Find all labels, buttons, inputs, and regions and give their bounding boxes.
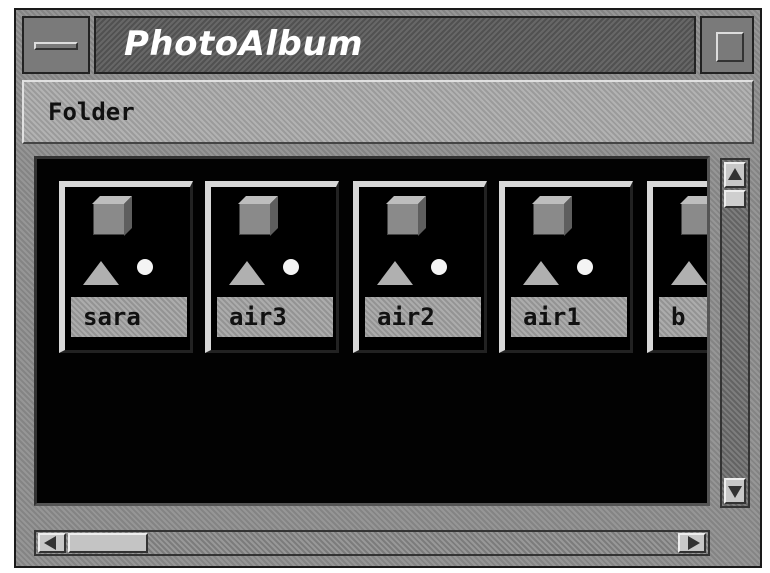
album-item-frame: air1 [499, 181, 633, 353]
album-item-label: air3 [217, 297, 333, 337]
sphere-icon [431, 259, 447, 275]
title-area[interactable]: PhotoAlbum [94, 16, 696, 74]
album-item-air3[interactable]: air3 [205, 181, 341, 353]
sphere-icon [577, 259, 593, 275]
album-content-area: sara air3 air2 air1 b [34, 156, 710, 506]
scroll-right-arrow-icon[interactable] [678, 533, 706, 553]
cube-icon [239, 203, 271, 235]
photoalbum-window: PhotoAlbum Folder sara air3 air2 air1 b [14, 8, 762, 568]
pyramid-icon [83, 261, 119, 285]
title-bar[interactable]: PhotoAlbum [22, 16, 754, 74]
pyramid-icon [523, 261, 559, 285]
cube-icon [387, 203, 419, 235]
maximize-icon [716, 32, 744, 62]
pyramid-icon [377, 261, 413, 285]
album-item-frame: air3 [205, 181, 339, 353]
cube-icon [93, 203, 125, 235]
album-item-label: air1 [511, 297, 627, 337]
scroll-down-arrow-icon[interactable] [724, 478, 746, 504]
menu-folder[interactable]: Folder [48, 98, 135, 126]
album-item-air1[interactable]: air1 [499, 181, 635, 353]
album-item-frame: b [647, 181, 707, 353]
scroll-left-arrow-icon[interactable] [38, 533, 66, 553]
horizontal-scrollbar[interactable] [34, 530, 710, 556]
album-item-frame: air2 [353, 181, 487, 353]
album-item-frame: sara [59, 181, 193, 353]
album-item-label: air2 [365, 297, 481, 337]
window-menu-icon [34, 42, 78, 50]
album-item-label: sara [71, 297, 187, 337]
window-title: PhotoAlbum [124, 24, 364, 64]
horizontal-scroll-thumb[interactable] [68, 533, 148, 553]
pyramid-icon [671, 261, 707, 285]
album-item-sara[interactable]: sara [59, 181, 195, 353]
menu-bar: Folder [22, 80, 754, 144]
cube-icon [681, 203, 707, 235]
maximize-button[interactable] [700, 16, 754, 74]
window-menu-button[interactable] [22, 16, 90, 74]
sphere-icon [137, 259, 153, 275]
album-item-air2[interactable]: air2 [353, 181, 489, 353]
album-item-b[interactable]: b [647, 181, 707, 353]
cube-icon [533, 203, 565, 235]
sphere-icon [283, 259, 299, 275]
album-item-label: b [659, 297, 707, 337]
pyramid-icon [229, 261, 265, 285]
vertical-scrollbar[interactable] [720, 158, 750, 508]
vertical-scroll-thumb[interactable] [724, 190, 746, 208]
scroll-up-arrow-icon[interactable] [724, 162, 746, 188]
